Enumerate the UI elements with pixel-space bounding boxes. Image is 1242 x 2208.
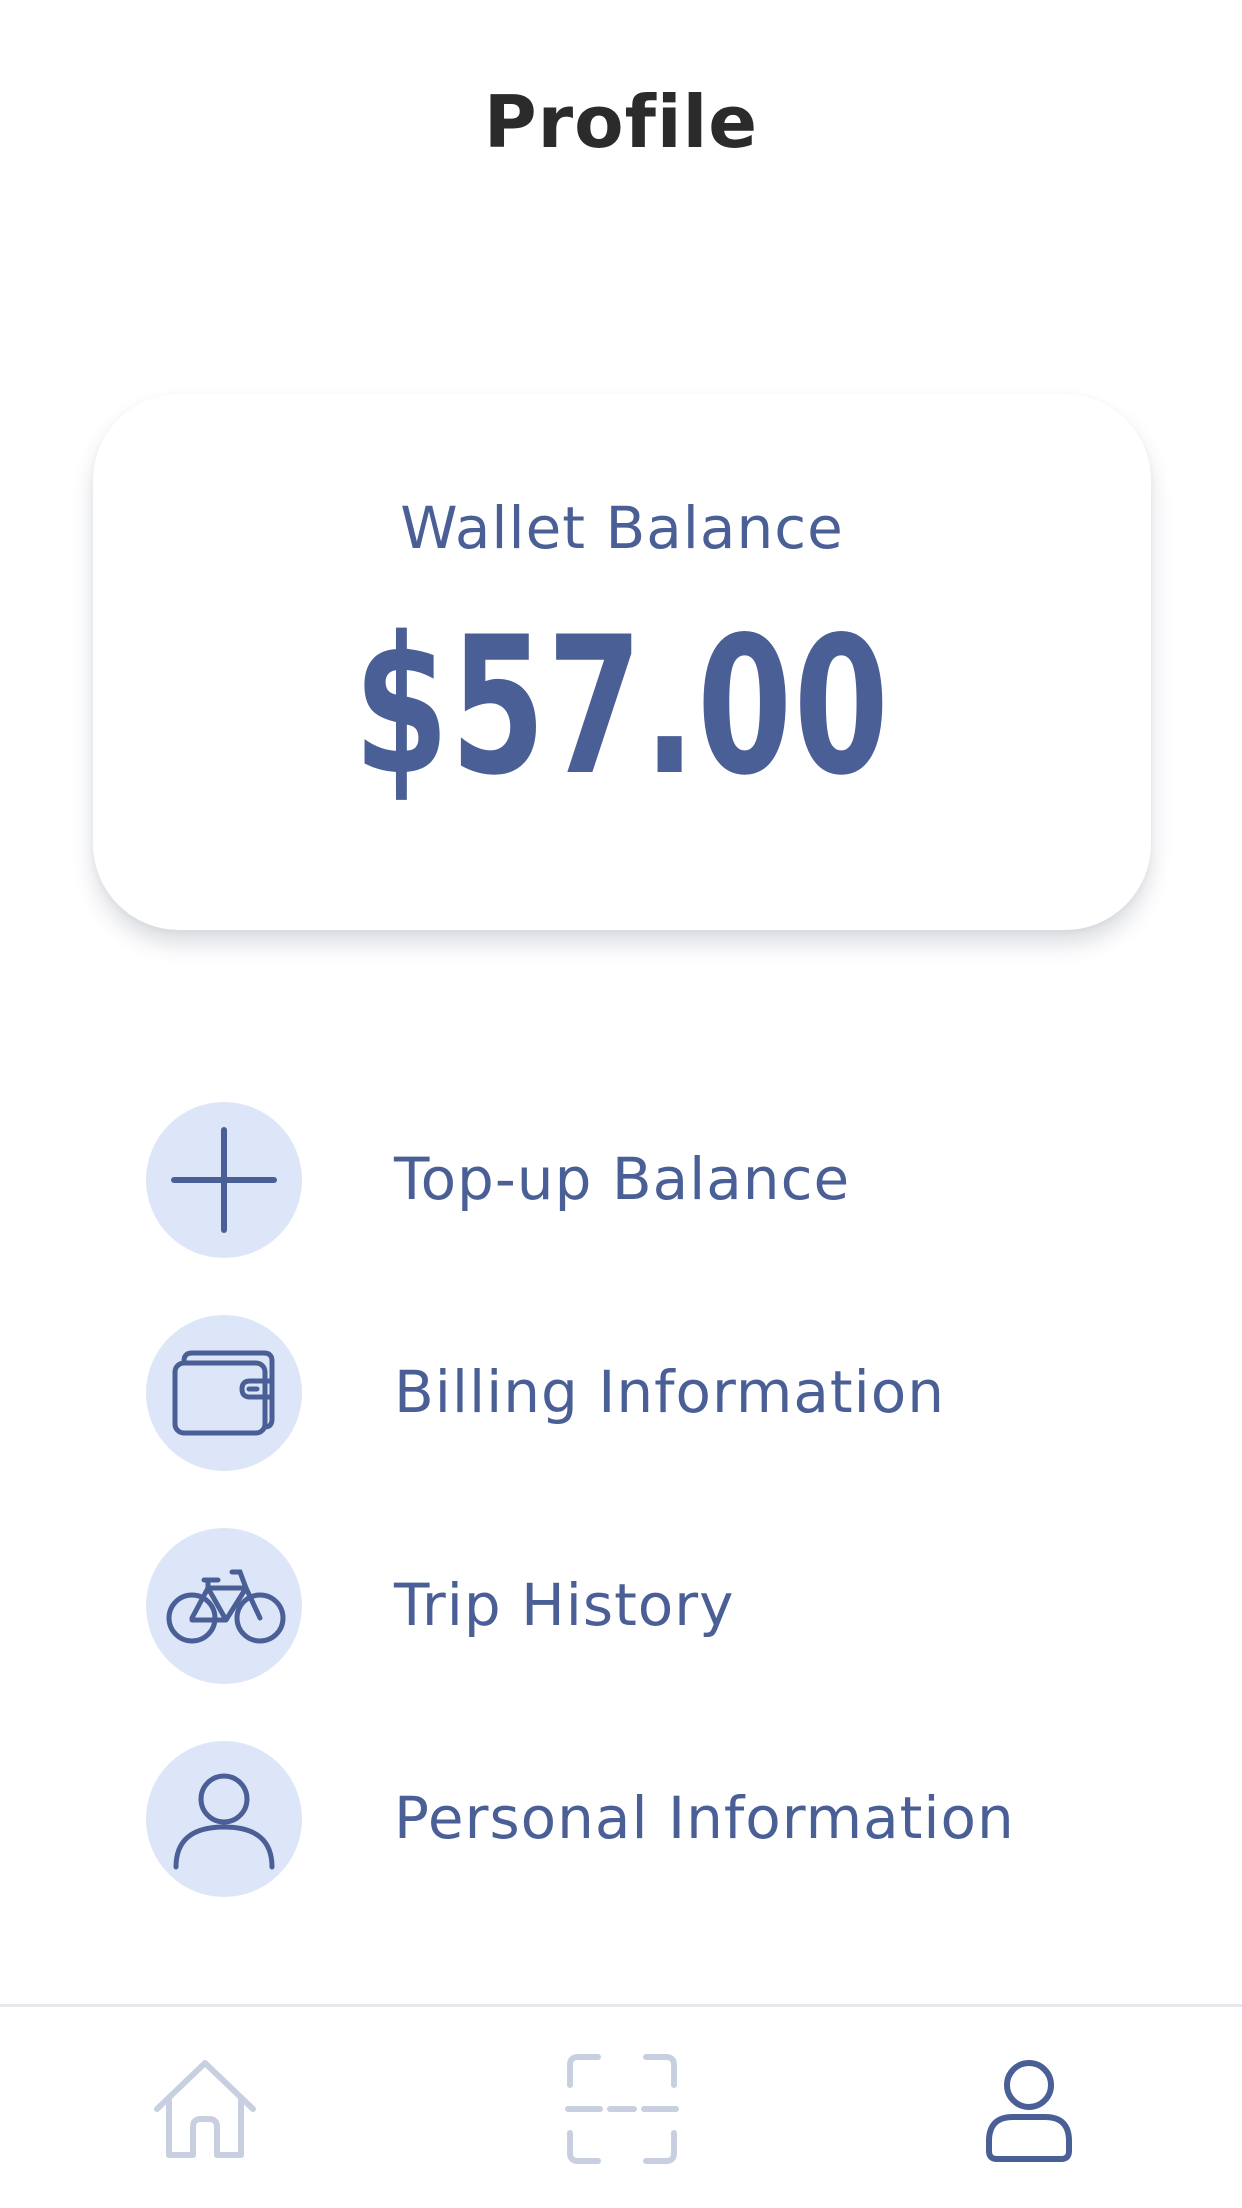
wallet-icon (146, 1315, 302, 1471)
header: Profile (0, 0, 1242, 260)
plus-icon (146, 1102, 302, 1258)
tab-profile[interactable] (967, 2047, 1091, 2171)
scan-icon (565, 2054, 679, 2164)
wallet-balance-card: Wallet Balance $57.00 (93, 394, 1151, 930)
menu-item-personal-information[interactable]: Personal Information (146, 1739, 1146, 1899)
page-title: Profile (483, 80, 759, 164)
profile-screen: Profile Wallet Balance $57.00 Top-up Bal… (0, 0, 1242, 2208)
menu-item-billing-information[interactable]: Billing Information (146, 1313, 1146, 1473)
menu-item-trip-history[interactable]: Trip History (146, 1526, 1146, 1686)
wallet-balance-amount: $57.00 (353, 596, 891, 817)
person-icon (146, 1741, 302, 1897)
profile-icon (986, 2060, 1072, 2162)
menu-item-label: Personal Information (394, 1784, 1015, 1852)
menu-item-label: Trip History (394, 1571, 735, 1639)
menu-item-label: Billing Information (394, 1358, 945, 1426)
bicycle-icon (146, 1528, 302, 1684)
wallet-balance-label: Wallet Balance (400, 494, 844, 562)
bottom-tab-bar (0, 2004, 1242, 2208)
menu-item-label: Top-up Balance (394, 1145, 851, 1213)
tab-scan[interactable] (560, 2047, 684, 2171)
menu-item-top-up-balance[interactable]: Top-up Balance (146, 1100, 1146, 1260)
tab-home[interactable] (143, 2047, 267, 2171)
home-icon (154, 2060, 256, 2158)
